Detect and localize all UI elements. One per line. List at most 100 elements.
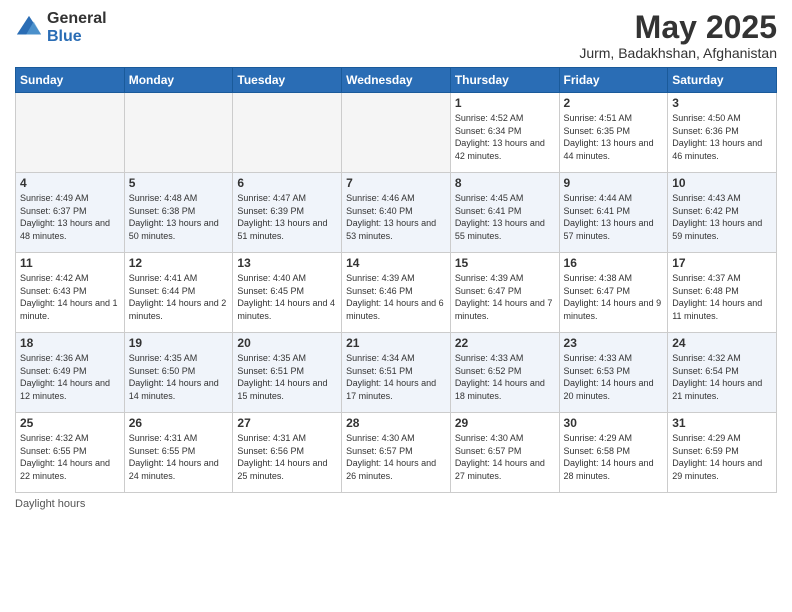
calendar-table: SundayMondayTuesdayWednesdayThursdayFrid… [15, 67, 777, 493]
day-number: 23 [564, 336, 664, 350]
calendar-cell: 25 Sunrise: 4:32 AMSunset: 6:55 PMDayligh… [16, 413, 125, 493]
week-row-4: 18 Sunrise: 4:36 AMSunset: 6:49 PMDayligh… [16, 333, 777, 413]
day-number: 16 [564, 256, 664, 270]
calendar-cell: 30 Sunrise: 4:29 AMSunset: 6:58 PMDayligh… [559, 413, 668, 493]
calendar-cell: 13 Sunrise: 4:40 AMSunset: 6:45 PMDayligh… [233, 253, 342, 333]
calendar-cell: 5Sunrise: 4:48 AMSunset: 6:38 PMDaylight… [124, 173, 233, 253]
day-info: Sunrise: 4:45 AMSunset: 6:41 PMDaylight:… [455, 192, 555, 242]
day-number: 21 [346, 336, 446, 350]
calendar-cell: 6Sunrise: 4:47 AMSunset: 6:39 PMDaylight… [233, 173, 342, 253]
day-info: Sunrise: 4:33 AMSunset: 6:52 PMDaylight:… [455, 352, 555, 402]
calendar-cell: 14 Sunrise: 4:39 AMSunset: 6:46 PMDayligh… [342, 253, 451, 333]
header: General Blue May 2025 Jurm, Badakhshan, … [15, 10, 777, 61]
day-number: 8 [455, 176, 555, 190]
logo-blue-text: Blue [47, 28, 107, 46]
day-number: 25 [20, 416, 120, 430]
day-info: Sunrise: 4:30 AMSunset: 6:57 PMDaylight:… [346, 432, 446, 482]
day-number: 28 [346, 416, 446, 430]
day-number: 19 [129, 336, 229, 350]
day-number: 30 [564, 416, 664, 430]
day-info: Sunrise: 4:31 AMSunset: 6:56 PMDaylight:… [237, 432, 337, 482]
logo: General Blue [15, 10, 107, 45]
day-info: Sunrise: 4:34 AMSunset: 6:51 PMDaylight:… [346, 352, 446, 402]
day-number: 2 [564, 96, 664, 110]
day-info: Sunrise: 4:47 AMSunset: 6:39 PMDaylight:… [237, 192, 337, 242]
week-row-5: 25 Sunrise: 4:32 AMSunset: 6:55 PMDayligh… [16, 413, 777, 493]
day-info: Sunrise: 4:36 AMSunset: 6:49 PMDaylight:… [20, 352, 120, 402]
calendar-cell: 27Sunrise: 4:31 AMSunset: 6:56 PMDayligh… [233, 413, 342, 493]
day-info: Sunrise: 4:31 AMSunset: 6:55 PMDaylight:… [129, 432, 229, 482]
month-title: May 2025 [579, 10, 777, 45]
day-number: 13 [237, 256, 337, 270]
footer: Daylight hours [15, 498, 777, 510]
day-number: 18 [20, 336, 120, 350]
day-number: 5 [129, 176, 229, 190]
logo-general-text: General [47, 10, 107, 28]
day-info: Sunrise: 4:41 AMSunset: 6:44 PMDaylight:… [129, 272, 229, 322]
calendar-cell: 20Sunrise: 4:35 AMSunset: 6:51 PMDayligh… [233, 333, 342, 413]
day-header-saturday: Saturday [668, 68, 777, 93]
calendar-cell: 3 Sunrise: 4:50 AMSunset: 6:36 PMDaylight… [668, 93, 777, 173]
calendar-cell: 31 Sunrise: 4:29 AMSunset: 6:59 PMDayligh… [668, 413, 777, 493]
day-info: Sunrise: 4:39 AMSunset: 6:46 PMDaylight:… [346, 272, 446, 322]
day-number: 10 [672, 176, 772, 190]
day-info: Sunrise: 4:40 AMSunset: 6:45 PMDaylight:… [237, 272, 337, 322]
location: Jurm, Badakhshan, Afghanistan [579, 45, 777, 61]
day-info: Sunrise: 4:32 AMSunset: 6:54 PMDaylight:… [672, 352, 772, 402]
calendar-cell: 1Sunrise: 4:52 AMSunset: 6:34 PMDaylight… [450, 93, 559, 173]
day-info: Sunrise: 4:46 AMSunset: 6:40 PMDaylight:… [346, 192, 446, 242]
day-info: Sunrise: 4:29 AMSunset: 6:58 PMDaylight:… [564, 432, 664, 482]
calendar-cell: 19Sunrise: 4:35 AMSunset: 6:50 PMDayligh… [124, 333, 233, 413]
day-info: Sunrise: 4:43 AMSunset: 6:42 PMDaylight:… [672, 192, 772, 242]
page: General Blue May 2025 Jurm, Badakhshan, … [0, 0, 792, 612]
day-info: Sunrise: 4:50 AMSunset: 6:36 PMDaylight:… [672, 112, 772, 162]
calendar-cell: 4Sunrise: 4:49 AMSunset: 6:37 PMDaylight… [16, 173, 125, 253]
day-number: 7 [346, 176, 446, 190]
calendar-cell: 7 Sunrise: 4:46 AMSunset: 6:40 PMDaylight… [342, 173, 451, 253]
day-header-tuesday: Tuesday [233, 68, 342, 93]
day-number: 26 [129, 416, 229, 430]
day-number: 17 [672, 256, 772, 270]
day-number: 3 [672, 96, 772, 110]
calendar-cell: 15 Sunrise: 4:39 AMSunset: 6:47 PMDayligh… [450, 253, 559, 333]
day-info: Sunrise: 4:29 AMSunset: 6:59 PMDaylight:… [672, 432, 772, 482]
day-number: 29 [455, 416, 555, 430]
day-info: Sunrise: 4:39 AMSunset: 6:47 PMDaylight:… [455, 272, 555, 322]
calendar-cell: 29Sunrise: 4:30 AMSunset: 6:57 PMDayligh… [450, 413, 559, 493]
day-info: Sunrise: 4:38 AMSunset: 6:47 PMDaylight:… [564, 272, 664, 322]
day-header-monday: Monday [124, 68, 233, 93]
week-row-2: 4Sunrise: 4:49 AMSunset: 6:37 PMDaylight… [16, 173, 777, 253]
day-number: 12 [129, 256, 229, 270]
calendar-cell: 26 Sunrise: 4:31 AMSunset: 6:55 PMDayligh… [124, 413, 233, 493]
day-info: Sunrise: 4:32 AMSunset: 6:55 PMDaylight:… [20, 432, 120, 482]
day-info: Sunrise: 4:51 AMSunset: 6:35 PMDaylight:… [564, 112, 664, 162]
week-row-3: 11 Sunrise: 4:42 AMSunset: 6:43 PMDayligh… [16, 253, 777, 333]
calendar-cell: 11 Sunrise: 4:42 AMSunset: 6:43 PMDayligh… [16, 253, 125, 333]
calendar-cell: 16 Sunrise: 4:38 AMSunset: 6:47 PMDayligh… [559, 253, 668, 333]
calendar-cell: 28 Sunrise: 4:30 AMSunset: 6:57 PMDayligh… [342, 413, 451, 493]
day-header-sunday: Sunday [16, 68, 125, 93]
day-number: 24 [672, 336, 772, 350]
calendar-cell: 21 Sunrise: 4:34 AMSunset: 6:51 PMDayligh… [342, 333, 451, 413]
day-info: Sunrise: 4:35 AMSunset: 6:51 PMDaylight:… [237, 352, 337, 402]
day-number: 15 [455, 256, 555, 270]
title-block: May 2025 Jurm, Badakhshan, Afghanistan [579, 10, 777, 61]
daylight-label: Daylight hours [15, 498, 85, 510]
day-info: Sunrise: 4:33 AMSunset: 6:53 PMDaylight:… [564, 352, 664, 402]
day-number: 4 [20, 176, 120, 190]
calendar-cell: 10 Sunrise: 4:43 AMSunset: 6:42 PMDayligh… [668, 173, 777, 253]
day-info: Sunrise: 4:52 AMSunset: 6:34 PMDaylight:… [455, 112, 555, 162]
day-number: 11 [20, 256, 120, 270]
logo-text: General Blue [47, 10, 107, 45]
day-number: 14 [346, 256, 446, 270]
calendar-cell: 8 Sunrise: 4:45 AMSunset: 6:41 PMDaylight… [450, 173, 559, 253]
calendar-cell [124, 93, 233, 173]
week-row-1: 1Sunrise: 4:52 AMSunset: 6:34 PMDaylight… [16, 93, 777, 173]
calendar-cell: 2 Sunrise: 4:51 AMSunset: 6:35 PMDaylight… [559, 93, 668, 173]
day-number: 9 [564, 176, 664, 190]
day-number: 31 [672, 416, 772, 430]
calendar-cell: 22Sunrise: 4:33 AMSunset: 6:52 PMDayligh… [450, 333, 559, 413]
day-info: Sunrise: 4:42 AMSunset: 6:43 PMDaylight:… [20, 272, 120, 322]
calendar-cell: 9Sunrise: 4:44 AMSunset: 6:41 PMDaylight… [559, 173, 668, 253]
day-info: Sunrise: 4:37 AMSunset: 6:48 PMDaylight:… [672, 272, 772, 322]
